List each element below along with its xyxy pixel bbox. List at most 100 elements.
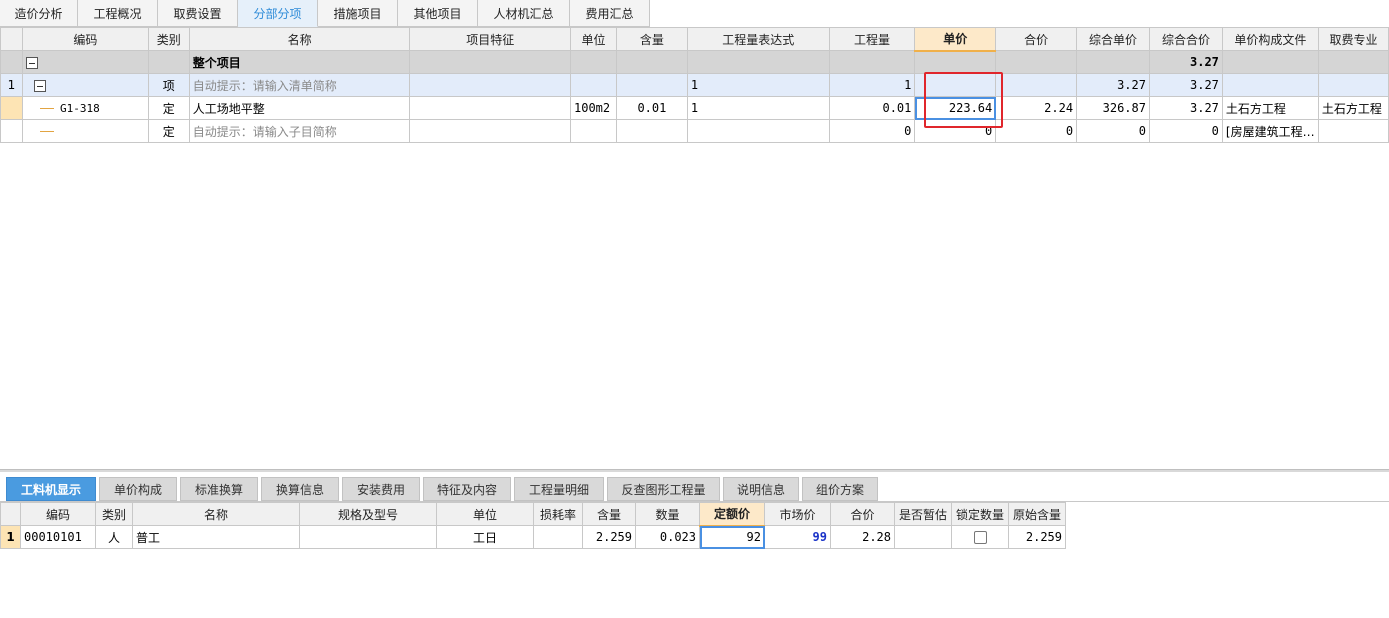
cell-expr[interactable] [686,119,830,143]
tab-other-items[interactable]: 其他项目 [398,0,478,27]
cell-type[interactable]: 项 [147,73,190,97]
col-header-feature[interactable]: 项目特征 [409,27,571,51]
cell-unit[interactable]: 工日 [436,525,534,549]
cell-total[interactable] [995,50,1078,74]
col-header-name[interactable]: 名称 [132,502,300,526]
cell-name[interactable]: 普工 [132,525,300,549]
tab-labor-material-summary[interactable]: 人材机汇总 [478,0,570,27]
cell-content[interactable] [615,50,688,74]
table-row[interactable]: 1 00010101 人 普工 工日 2.259 0.023 92 99 2.2… [0,525,1066,549]
cell-unit[interactable] [570,50,617,74]
col-header-quota-price[interactable]: 定额价 [699,502,765,527]
cell-feature[interactable] [409,96,571,120]
col-header-qty[interactable]: 数量 [635,502,700,526]
col-header-loss-rate[interactable]: 损耗率 [533,502,583,526]
cell-type[interactable]: 人 [95,525,133,549]
cell-comp-price[interactable]: 3.27 [1076,73,1150,97]
cell-quota-price-selected[interactable]: 92 [699,525,765,549]
cell-comp-total[interactable]: 3.27 [1148,50,1223,74]
cell-total[interactable]: 0 [995,119,1078,143]
tab-measures[interactable]: 措施项目 [318,0,398,27]
collapse-icon[interactable] [33,79,46,92]
cell-lock-qty[interactable] [951,525,1009,549]
cell-price[interactable] [914,50,997,74]
cell-price[interactable]: 0 [914,119,997,143]
cell-file[interactable]: [房屋建筑工程… [1221,119,1319,143]
col-header-orig-content[interactable]: 原始含量 [1008,502,1066,526]
cell-orig-content[interactable]: 2.259 [1008,525,1066,549]
cell-total[interactable]: 2.28 [830,525,895,549]
cell-content[interactable]: 0.01 [615,96,688,120]
cell-comp-price[interactable]: 326.87 [1076,96,1150,120]
col-header-lock-qty[interactable]: 锁定数量 [951,502,1009,526]
col-header-unit-price[interactable]: 单价 [914,27,997,52]
cell-feature[interactable] [409,50,571,74]
table-row[interactable]: 1 项 自动提示：请输入清单简称 1 1 3.27 3.27 [0,73,1389,97]
table-row[interactable]: G1-318 定 人工场地平整 100m2 0.01 1 0.01 223.64… [0,96,1389,120]
cell-code[interactable] [21,50,149,74]
cell-price-selected[interactable]: 223.64 [914,96,997,120]
row-header[interactable]: 1 [0,73,23,97]
cell-qty[interactable]: 0.023 [635,525,700,549]
cell-specialty[interactable]: 土石方工程 [1317,96,1389,120]
col-header-content[interactable]: 含量 [582,502,636,526]
tab-fee-settings[interactable]: 取费设置 [158,0,238,27]
cell-qty[interactable]: 1 [828,73,916,97]
cell-comp-total[interactable]: 3.27 [1148,96,1223,120]
collapse-icon[interactable] [25,56,38,69]
col-header-name[interactable]: 名称 [188,27,411,51]
cell-qty[interactable] [828,50,916,74]
tab-conversion-info[interactable]: 换算信息 [261,477,339,501]
col-header-spec[interactable]: 规格及型号 [299,502,437,526]
col-header-unit[interactable]: 单位 [436,502,534,526]
col-header-content[interactable]: 含量 [615,27,688,51]
cell-comp-price[interactable] [1076,50,1150,74]
tab-pricing-scheme[interactable]: 组价方案 [802,477,878,501]
col-header-code[interactable]: 编码 [21,27,149,51]
cell-file[interactable] [1221,50,1319,74]
cell-price[interactable] [914,73,997,97]
cell-comp-total[interactable]: 3.27 [1148,73,1223,97]
col-header-qty-expr[interactable]: 工程量表达式 [686,27,830,51]
cell-name[interactable]: 人工场地平整 [188,96,411,120]
row-header[interactable] [0,50,23,74]
tab-cost-summary[interactable]: 费用汇总 [570,0,650,27]
col-header-total[interactable]: 合价 [830,502,895,526]
col-header-market-price[interactable]: 市场价 [764,502,831,526]
cell-qty[interactable]: 0.01 [828,96,916,120]
table-row[interactable]: 定 自动提示：请输入子目简称 0 0 0 0 0 [房屋建筑工程… [0,119,1389,143]
cell-code[interactable]: 00010101 [20,525,96,549]
col-header-code[interactable]: 编码 [20,502,96,526]
cell-comp-total[interactable]: 0 [1148,119,1223,143]
cell-market-price[interactable]: 99 [764,525,831,549]
cell-type[interactable]: 定 [147,119,190,143]
tab-price-composition[interactable]: 单价构成 [99,477,177,501]
cell-name[interactable]: 整个项目 [188,50,411,74]
cell-spec[interactable] [299,525,437,549]
cell-total[interactable]: 2.24 [995,96,1078,120]
cell-file[interactable]: 土石方工程 [1221,96,1319,120]
cell-expr[interactable] [686,50,830,74]
cell-specialty[interactable] [1317,50,1389,74]
lock-qty-checkbox[interactable] [973,531,987,544]
tab-features-content[interactable]: 特征及内容 [423,477,511,501]
col-header-qty[interactable]: 工程量 [828,27,916,51]
cell-unit[interactable] [570,119,617,143]
cell-total[interactable] [995,73,1078,97]
cell-content[interactable] [615,119,688,143]
col-header-type[interactable]: 类别 [147,27,190,51]
cell-specialty[interactable] [1317,73,1389,97]
cell-file[interactable] [1221,73,1319,97]
cell-content[interactable] [615,73,688,97]
cell-unit[interactable]: 100m2 [570,96,617,120]
cell-loss-rate[interactable] [533,525,583,549]
col-header-provisional[interactable]: 是否暂估 [894,502,952,526]
col-header-comp-total[interactable]: 综合合价 [1148,27,1223,51]
col-header-total[interactable]: 合价 [995,27,1078,51]
row-header[interactable] [0,119,23,143]
tab-reverse-graphic-qty[interactable]: 反查图形工程量 [607,477,720,501]
cell-provisional[interactable] [894,525,952,549]
tab-description[interactable]: 说明信息 [723,477,799,501]
tab-install-cost[interactable]: 安装费用 [342,477,420,501]
tab-qty-details[interactable]: 工程量明细 [514,477,604,501]
